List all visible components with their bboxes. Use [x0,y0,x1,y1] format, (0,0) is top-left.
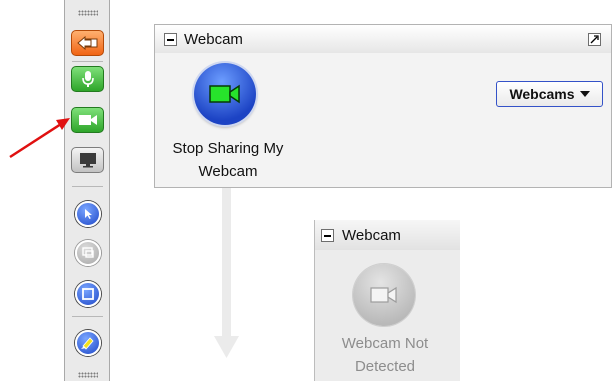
status-line2: Detected [354,358,416,375]
webcam-pod-disabled: Webcam Webcam Not Detected [314,220,460,381]
status-line1: Webcam Not [341,335,429,352]
webcam-not-detected-label: Webcam Not Detected [315,332,455,378]
transition-arrow [214,188,239,358]
pod-body: Webcam Not Detected [315,250,460,381]
pod-header: Webcam [315,220,460,251]
webcam-disabled-button [353,264,415,326]
webcam-icon [370,286,397,304]
pod-title: Webcam [342,227,401,244]
collapse-button[interactable] [321,229,334,242]
